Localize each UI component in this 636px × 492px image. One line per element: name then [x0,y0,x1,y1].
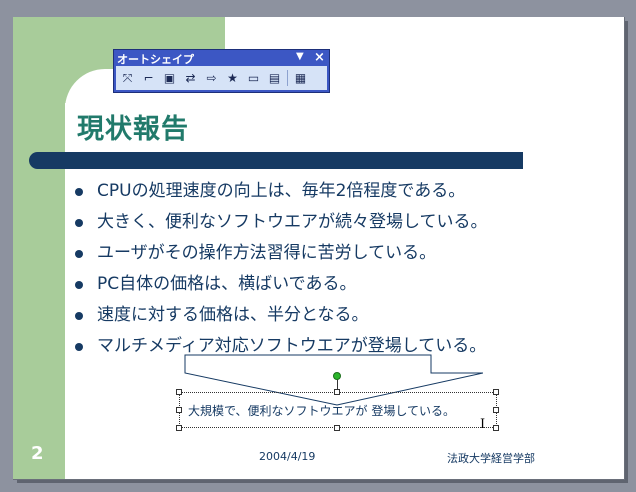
toolbar-separator [287,70,288,86]
rotation-handle[interactable] [333,372,341,380]
shape-tool-5-icon[interactable]: ⇨ [202,69,221,87]
bullet-item[interactable]: PC自体の価格は、横ばいである。 [75,270,488,301]
toolbar-options-icon[interactable]: ▼ [296,51,304,62]
shape-tool-8-icon[interactable]: ▤ [265,69,284,87]
resize-handle-bottom[interactable] [334,425,340,431]
shape-tool-1-icon[interactable]: ⤧ [118,69,137,87]
bullet-item[interactable]: CPUの処理速度の向上は、毎年2倍程度である。 [75,177,488,208]
more-shapes-icon[interactable]: ▦ [291,69,310,87]
title-underline-bar [29,152,523,169]
bullet-list[interactable]: CPUの処理速度の向上は、毎年2倍程度である。 大きく、便利なソフトウエアが続々… [75,177,488,363]
toolbar-buttons: ⤧ ⌐ ▣ ⇄ ⇨ ★ ▭ ▤ ▦ [116,66,327,90]
shape-tool-4-icon[interactable]: ⇄ [181,69,200,87]
resize-handle-top-right[interactable] [493,389,499,395]
footer-date: 2004/4/19 [259,450,316,463]
resize-handle-bottom-right[interactable] [493,425,499,431]
slide-number: 2 [31,443,44,464]
bullet-item[interactable]: 大きく、便利なソフトウエアが続々登場している。 [75,208,488,239]
close-icon[interactable]: × [314,50,325,65]
slide-title[interactable]: 現状報告 [77,107,189,146]
toolbar-title[interactable]: オートシェイプ [117,51,194,67]
footer-organization: 法政大学経営学部 [447,452,535,465]
resize-handle-left[interactable] [176,407,182,413]
shape-tool-7-icon[interactable]: ▭ [244,69,263,87]
shape-tool-2-icon[interactable]: ⌐ [139,69,158,87]
shape-tool-3-icon[interactable]: ▣ [160,69,179,87]
autoshape-toolbar[interactable]: オートシェイプ ▼ × ⤧ ⌐ ▣ ⇄ ⇨ ★ ▭ ▤ ▦ [113,49,330,93]
resize-handle-top[interactable] [334,389,340,395]
callout-textbox[interactable]: 大規模で、便利なソフトウエアが 登場している。 [179,392,497,428]
text-cursor-icon: I [480,417,486,432]
resize-handle-bottom-left[interactable] [176,425,182,431]
callout-text[interactable]: 大規模で、便利なソフトウエアが 登場している。 [188,402,455,419]
bullet-item[interactable]: 速度に対する価格は、半分となる。 [75,301,488,332]
shape-tool-6-icon[interactable]: ★ [223,69,242,87]
resize-handle-top-left[interactable] [176,389,182,395]
resize-handle-right[interactable] [493,407,499,413]
bullet-item[interactable]: ユーザがその操作方法習得に苦労している。 [75,239,488,270]
